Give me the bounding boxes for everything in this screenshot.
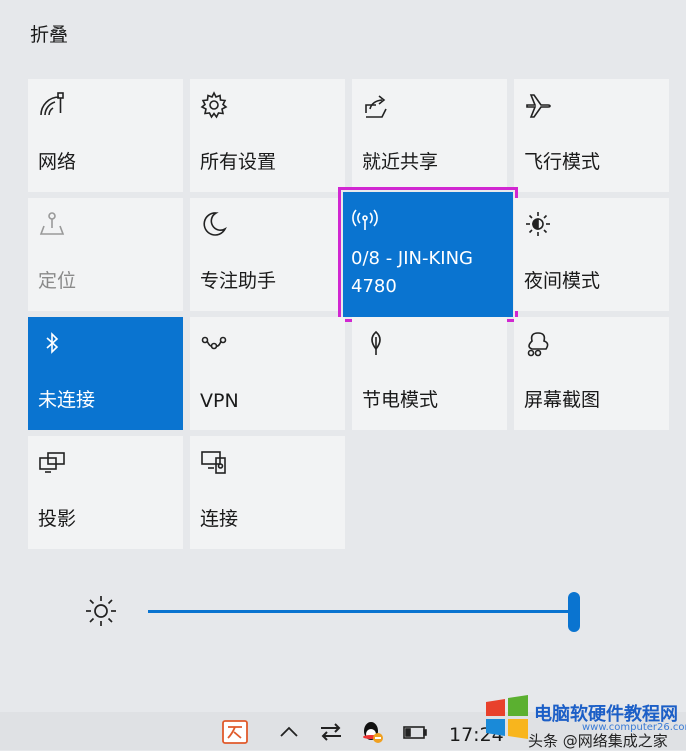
snip-icon	[524, 329, 552, 357]
tile-screen-snip[interactable]: 屏幕截图	[514, 317, 669, 430]
bluetooth-icon	[38, 329, 66, 357]
network-icon	[38, 91, 66, 119]
input-method-icon[interactable]	[222, 720, 248, 744]
tile-label: 所有设置	[200, 151, 277, 173]
tile-label: 屏幕截图	[524, 389, 601, 411]
tile-label: 专注助手	[200, 270, 277, 292]
tile-label: 投影	[38, 508, 77, 530]
brightness-slider-track[interactable]	[148, 610, 573, 613]
location-icon	[38, 210, 66, 238]
qq-icon[interactable]	[358, 720, 384, 744]
tile-label: 网络	[38, 151, 77, 173]
tile-nearby-share[interactable]: 就近共享	[352, 79, 507, 192]
leaf-icon	[362, 329, 390, 357]
tile-project[interactable]: 投影	[28, 436, 183, 549]
tile-mobile-hotspot[interactable]: 0/8 - JIN-KING 4780	[338, 187, 518, 322]
tile-vpn[interactable]: VPN	[190, 317, 345, 430]
highlight-frame: 0/8 - JIN-KING 4780	[338, 187, 518, 322]
tile-bluetooth[interactable]: 未连接	[28, 317, 183, 430]
watermark-logo-icon	[484, 694, 530, 740]
hotspot-icon	[351, 206, 379, 234]
tile-label: VPN	[200, 390, 239, 412]
hotspot-name-cont: 4780	[351, 276, 397, 297]
tile-label: 就近共享	[362, 151, 439, 173]
tile-battery-saver[interactable]: 节电模式	[352, 317, 507, 430]
hotspot-tile-body[interactable]: 0/8 - JIN-KING 4780	[343, 192, 513, 317]
tile-location[interactable]: 定位	[28, 198, 183, 311]
tile-label: 夜间模式	[524, 270, 601, 292]
collapse-link[interactable]: 折叠	[30, 20, 68, 47]
share-icon	[362, 91, 390, 119]
tile-focus-assist[interactable]: 专注助手	[190, 198, 345, 311]
battery-icon[interactable]	[402, 720, 428, 744]
airplane-icon	[524, 91, 552, 119]
brightness-half-icon	[524, 210, 552, 238]
tile-label: 连接	[200, 508, 239, 530]
tile-label: 节电模式	[362, 389, 439, 411]
sun-icon	[84, 594, 118, 628]
hotspot-name: 0/8 - JIN-KING	[351, 248, 474, 269]
tile-all-settings[interactable]: 所有设置	[190, 79, 345, 192]
tile-label: 飞行模式	[524, 151, 601, 173]
tile-night-light[interactable]: 夜间模式	[514, 198, 669, 311]
tile-label: 定位	[38, 270, 77, 292]
watermark-caption: 头条 @网络集成之家	[528, 732, 668, 750]
tile-label: 未连接	[38, 389, 96, 411]
sync-icon[interactable]	[318, 720, 344, 744]
tile-airplane-mode[interactable]: 飞行模式	[514, 79, 669, 192]
gear-icon	[200, 91, 228, 119]
vpn-icon	[200, 329, 228, 357]
brightness-slider-thumb[interactable]	[568, 592, 580, 632]
moon-icon	[200, 210, 228, 238]
quick-actions-grid: 网络 所有设置 就近共享 飞行模式 定位 专注助手 0/8 - JIN-KING…	[28, 79, 669, 549]
brightness-control	[84, 592, 594, 632]
project-icon	[38, 448, 66, 476]
connect-icon	[200, 448, 228, 476]
tile-connect[interactable]: 连接	[190, 436, 345, 549]
chevron-up-icon[interactable]	[276, 720, 302, 744]
tile-network[interactable]: 网络	[28, 79, 183, 192]
